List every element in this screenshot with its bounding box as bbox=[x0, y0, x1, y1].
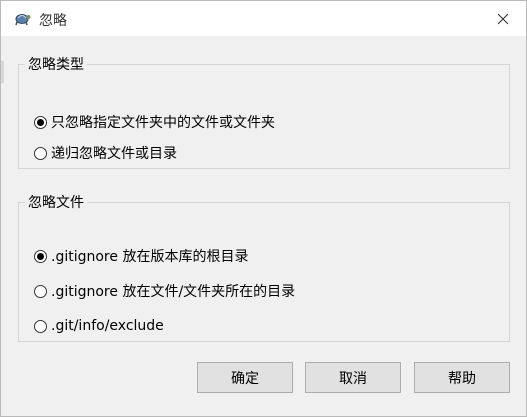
radio-button-checked[interactable] bbox=[34, 115, 47, 129]
radio-button[interactable] bbox=[34, 284, 47, 298]
radio-git-info-exclude[interactable]: .git/info/exclude bbox=[34, 316, 164, 336]
ignore-dialog: 忽略 忽略类型 只忽略指定文件夹中的文件或文件夹 递归忽略文件或目录 忽略文件 … bbox=[0, 0, 527, 417]
ok-button[interactable]: 确定 bbox=[197, 362, 293, 393]
radio-label: 递归忽略文件或目录 bbox=[51, 146, 177, 162]
radio-button[interactable] bbox=[34, 146, 47, 160]
close-button[interactable] bbox=[480, 1, 526, 36]
radio-gitignore-repo-root[interactable]: .gitignore 放在版本库的根目录 bbox=[34, 246, 248, 266]
ignore-file-group: 忽略文件 .gitignore 放在版本库的根目录 .gitignore 放在文… bbox=[18, 192, 510, 342]
radio-gitignore-item-dir[interactable]: .gitignore 放在文件/文件夹所在的目录 bbox=[34, 281, 295, 301]
window-edge-mark bbox=[1, 61, 4, 83]
radio-label: .git/info/exclude bbox=[51, 318, 164, 334]
help-button[interactable]: 帮助 bbox=[414, 362, 510, 393]
radio-ignore-only-in-folder[interactable]: 只忽略指定文件夹中的文件或文件夹 bbox=[34, 112, 275, 132]
radio-button[interactable] bbox=[34, 319, 47, 333]
ignore-file-legend: 忽略文件 bbox=[28, 195, 84, 211]
ignore-type-legend: 忽略类型 bbox=[28, 57, 84, 73]
radio-ignore-recursive[interactable]: 递归忽略文件或目录 bbox=[34, 143, 177, 163]
title-bar: 忽略 bbox=[1, 1, 526, 36]
tortoise-icon bbox=[15, 14, 31, 26]
ignore-type-group: 忽略类型 只忽略指定文件夹中的文件或文件夹 递归忽略文件或目录 bbox=[18, 54, 510, 169]
cancel-button[interactable]: 取消 bbox=[305, 362, 401, 393]
close-icon bbox=[497, 13, 509, 24]
window-title: 忽略 bbox=[39, 13, 67, 29]
radio-button-checked[interactable] bbox=[34, 249, 47, 263]
radio-label: .gitignore 放在文件/文件夹所在的目录 bbox=[51, 284, 296, 300]
radio-label: 只忽略指定文件夹中的文件或文件夹 bbox=[51, 115, 275, 131]
radio-label: .gitignore 放在版本库的根目录 bbox=[51, 249, 249, 265]
